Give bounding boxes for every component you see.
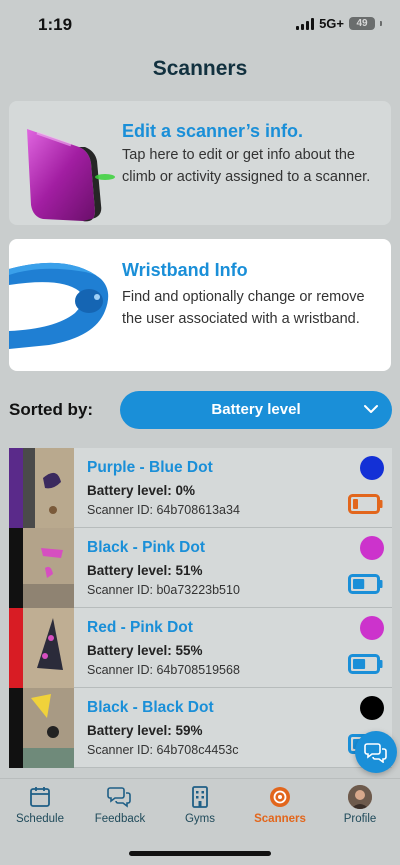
edit-card-title: Edit a scanner’s info. xyxy=(122,121,304,141)
status-indicators: 5G+ 49 xyxy=(296,16,382,31)
network-type: 5G+ xyxy=(319,16,344,31)
tab-label: Scanners xyxy=(254,813,306,825)
tab-label: Schedule xyxy=(16,813,64,825)
scanner-row[interactable]: Black - Pink Dot Battery level: 51% Scan… xyxy=(9,528,392,608)
signal-icon xyxy=(296,17,315,30)
tab-gyms[interactable]: Gyms xyxy=(160,785,240,825)
climb-photo xyxy=(23,608,74,688)
scanner-row[interactable]: Purple - Blue Dot Battery level: 0% Scan… xyxy=(9,448,392,528)
tab-label: Gyms xyxy=(184,813,216,825)
scanner-battery-level: Battery level: 59% xyxy=(87,723,203,738)
chat-fab-button[interactable] xyxy=(355,731,397,773)
tab-label: Profile xyxy=(343,813,377,825)
sort-dropdown[interactable]: Battery level xyxy=(120,391,392,429)
sort-selected-value: Battery level xyxy=(211,401,301,418)
chat-bubbles-icon xyxy=(107,787,131,808)
scanner-device-illustration xyxy=(27,129,115,222)
sorted-by-label: Sorted by: xyxy=(9,400,94,419)
dot-color-swatch xyxy=(360,616,384,640)
battery-status-icon: 49 xyxy=(349,17,375,30)
status-time: 1:19 xyxy=(38,15,73,34)
scanner-row[interactable]: Black - Black Dot Battery level: 59% Sca… xyxy=(9,688,392,768)
wristband-info-card[interactable]: Wristband Info Find and optionally chang… xyxy=(9,239,391,371)
tab-feedback[interactable]: Feedback xyxy=(80,785,160,825)
wristband-card-description: Find and optionally change or remove the… xyxy=(122,289,365,327)
scanner-name: Red - Pink Dot xyxy=(87,619,193,636)
chevron-down-icon xyxy=(364,405,378,413)
dot-color-swatch xyxy=(360,696,384,720)
scanner-row[interactable]: Red - Pink Dot Battery level: 55% Scanne… xyxy=(9,608,392,688)
scanner-id: Scanner ID: b0a73223b510 xyxy=(87,583,240,597)
battery-icon xyxy=(348,574,383,594)
tab-label: Feedback xyxy=(94,813,146,825)
avatar-icon xyxy=(348,785,372,809)
battery-icon xyxy=(348,654,383,674)
battery-status-text: 49 xyxy=(356,18,368,29)
dot-color-swatch xyxy=(360,456,384,480)
climb-photo xyxy=(23,688,74,768)
page-title: Scanners xyxy=(152,57,248,80)
dot-color-swatch xyxy=(360,536,384,560)
scanner-id: Scanner ID: 64b708c4453c xyxy=(87,743,239,757)
calendar-icon xyxy=(30,787,50,807)
scanner-list[interactable]: Purple - Blue Dot Battery level: 0% Scan… xyxy=(9,448,392,778)
color-stripe xyxy=(9,528,23,608)
home-indicator xyxy=(129,851,271,856)
tab-schedule[interactable]: Schedule xyxy=(0,785,80,825)
wristband-card-title: Wristband Info xyxy=(122,260,248,280)
climb-photo xyxy=(23,528,74,608)
scanner-id: Scanner ID: 64b708519568 xyxy=(87,663,240,677)
scanner-icon xyxy=(270,787,290,807)
scanner-name: Purple - Blue Dot xyxy=(87,459,213,476)
status-bar: 1:19 5G+ 49 xyxy=(0,0,400,50)
climb-photo xyxy=(23,448,74,528)
color-stripe xyxy=(9,608,23,688)
scanner-name: Black - Pink Dot xyxy=(87,539,205,556)
edit-scanner-card[interactable]: Edit a scanner’s info. Tap here to edit … xyxy=(9,101,391,225)
scanner-battery-level: Battery level: 51% xyxy=(87,563,203,578)
wristband-illustration xyxy=(9,262,109,349)
tab-profile[interactable]: Profile xyxy=(320,785,400,825)
color-stripe xyxy=(9,448,23,528)
scanner-name: Black - Black Dot xyxy=(87,699,214,716)
tab-scanners[interactable]: Scanners xyxy=(240,785,320,825)
scanner-id: Scanner ID: 64b708613a34 xyxy=(87,503,240,517)
edit-card-description: Tap here to edit or get info about the c… xyxy=(122,147,371,185)
building-icon xyxy=(192,786,208,808)
scanner-battery-level: Battery level: 0% xyxy=(87,483,196,498)
battery-icon xyxy=(348,494,383,514)
scanner-battery-level: Battery level: 55% xyxy=(87,643,203,658)
battery-tip xyxy=(380,21,382,26)
chat-bubbles-icon xyxy=(364,743,387,763)
color-stripe xyxy=(9,688,23,768)
